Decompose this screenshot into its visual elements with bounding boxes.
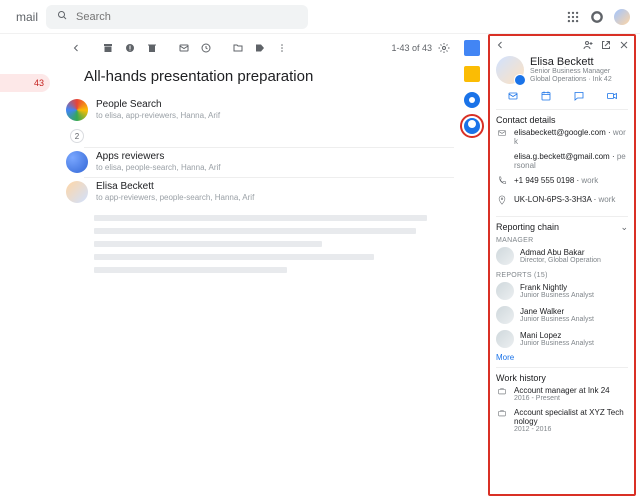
delete-icon[interactable]	[142, 38, 162, 58]
location-value[interactable]: UK-LON-6PS-3-3H3A	[514, 195, 591, 204]
sender-avatar	[66, 99, 88, 121]
sender-avatar	[66, 151, 88, 173]
manager-label: MANAGER	[496, 237, 628, 244]
calendar-action-icon[interactable]	[539, 89, 553, 103]
sender-name: People Search	[96, 99, 452, 110]
section-heading: Contact details	[496, 115, 628, 125]
section-heading[interactable]: Reporting chain	[496, 222, 559, 232]
location-tag: work	[598, 195, 615, 204]
keep-app-icon[interactable]	[464, 66, 480, 82]
work-dates: 2016 - Present	[514, 395, 610, 402]
thread-item[interactable]: Apps reviewers to elisa, people-search, …	[66, 147, 454, 177]
person-row[interactable]: Frank NightlyJunior Business Analyst	[496, 279, 628, 303]
sender-name: Apps reviewers	[96, 151, 452, 162]
snooze-icon[interactable]	[196, 38, 216, 58]
person-row[interactable]: Jane WalkerJunior Business Analyst	[496, 303, 628, 327]
panel-back-icon[interactable]	[494, 39, 506, 51]
thread-item[interactable]: People Search to elisa, app-reviewers, H…	[66, 95, 454, 125]
briefcase-icon	[496, 408, 508, 421]
person-avatar	[496, 306, 514, 324]
open-external-icon[interactable]	[600, 39, 612, 51]
inbox-unread-badge[interactable]: 43	[0, 74, 50, 92]
apps-grid-icon[interactable]	[566, 10, 580, 24]
search-icon	[56, 9, 68, 24]
more-icon[interactable]	[272, 38, 292, 58]
add-contact-icon[interactable]	[582, 39, 594, 51]
reporting-chain-section: Reporting chain ⌄ MANAGER Admad Abu Bakar…	[490, 217, 634, 367]
spam-icon[interactable]	[120, 38, 140, 58]
person-title: Junior Business Analyst	[520, 316, 594, 323]
contact-subtitle: Global Operations · Ink 42	[530, 76, 612, 84]
close-icon[interactable]	[618, 39, 630, 51]
email-value[interactable]: elisa.g.beckett@gmail.com	[514, 152, 610, 161]
person-row[interactable]: Mani LopezJunior Business Analyst	[496, 327, 628, 351]
work-history-section: Work history Account manager at Ink 24 2…	[490, 368, 634, 441]
video-action-icon[interactable]	[605, 89, 619, 103]
work-role: Account specialist at XYZ Technology	[514, 408, 628, 426]
person-title: Junior Business Analyst	[520, 340, 594, 347]
recipients-line: to app-reviewers, people-search, Hanna, …	[96, 193, 452, 202]
side-app-rail	[460, 34, 484, 500]
person-row[interactable]: Admad Abu BakarDirector, Global Operatio…	[496, 244, 628, 268]
recipients-line: to elisa, app-reviewers, Hanna, Arif	[96, 111, 452, 120]
tasks-app-icon[interactable]	[464, 92, 480, 108]
reports-label: REPORTS (15)	[496, 272, 628, 279]
search-box[interactable]	[46, 5, 308, 29]
contacts-app-icon[interactable]	[464, 118, 480, 134]
pagination-counter: 1-43 of 43	[391, 43, 432, 53]
more-link[interactable]: More	[496, 351, 628, 362]
chat-action-icon[interactable]	[572, 89, 586, 103]
person-avatar	[496, 247, 514, 265]
briefcase-icon	[496, 386, 508, 399]
search-input[interactable]	[76, 11, 218, 23]
contact-actions	[490, 89, 634, 109]
person-name: Admad Abu Bakar	[520, 248, 601, 257]
app-logo: mail	[10, 10, 38, 24]
work-dates: 2012 - 2016	[514, 426, 628, 433]
archive-icon[interactable]	[98, 38, 118, 58]
email-value[interactable]: elisabeckett@google.com	[514, 128, 606, 137]
toolbar: 1-43 of 43	[66, 34, 454, 62]
sender-name: Elisa Beckett	[96, 181, 452, 192]
mark-unread-icon[interactable]	[174, 38, 194, 58]
section-heading: Work history	[496, 373, 628, 383]
contact-title: Senior Business Manager	[530, 68, 612, 76]
settings-gear-icon[interactable]	[590, 10, 604, 24]
labels-icon[interactable]	[250, 38, 270, 58]
email-icon	[496, 128, 508, 141]
recipients-line: to elisa, people-search, Hanna, Arif	[96, 163, 452, 172]
calendar-app-icon[interactable]	[464, 40, 480, 56]
sender-avatar	[66, 181, 88, 203]
person-title: Junior Business Analyst	[520, 292, 594, 299]
contact-avatar	[496, 56, 524, 84]
left-nav: 43	[0, 34, 56, 500]
collapsed-count-chip[interactable]: 2	[70, 129, 84, 143]
phone-tag: work	[581, 176, 598, 185]
message-body-placeholder	[66, 207, 454, 273]
phone-icon	[496, 176, 508, 189]
contact-panel: Elisa Beckett Senior Business Manager Gl…	[488, 34, 636, 496]
move-to-icon[interactable]	[228, 38, 248, 58]
person-name: Jane Walker	[520, 307, 594, 316]
person-name: Frank Nightly	[520, 283, 594, 292]
person-avatar	[496, 330, 514, 348]
back-icon[interactable]	[66, 38, 86, 58]
person-title: Director, Global Operation	[520, 257, 601, 264]
contact-name: Elisa Beckett	[530, 56, 612, 68]
settings-icon[interactable]	[434, 38, 454, 58]
person-avatar	[496, 282, 514, 300]
location-icon	[496, 195, 508, 208]
app-header: mail	[0, 0, 640, 34]
contact-header: Elisa Beckett Senior Business Manager Gl…	[490, 54, 634, 89]
chevron-down-icon[interactable]: ⌄	[620, 222, 628, 233]
thread-item[interactable]: Elisa Beckett to app-reviewers, people-s…	[66, 177, 454, 207]
phone-value[interactable]: +1 949 555 0198	[514, 176, 574, 185]
work-role: Account manager at Ink 24	[514, 386, 610, 395]
person-name: Mani Lopez	[520, 331, 594, 340]
email-action-icon[interactable]	[506, 89, 520, 103]
conversation-view: 1-43 of 43 All-hands presentation prepar…	[56, 34, 460, 500]
conversation-subject: All-hands presentation preparation	[66, 62, 454, 95]
contact-details-section: Contact details elisabeckett@google.com …	[490, 110, 634, 216]
account-avatar[interactable]	[614, 9, 630, 25]
